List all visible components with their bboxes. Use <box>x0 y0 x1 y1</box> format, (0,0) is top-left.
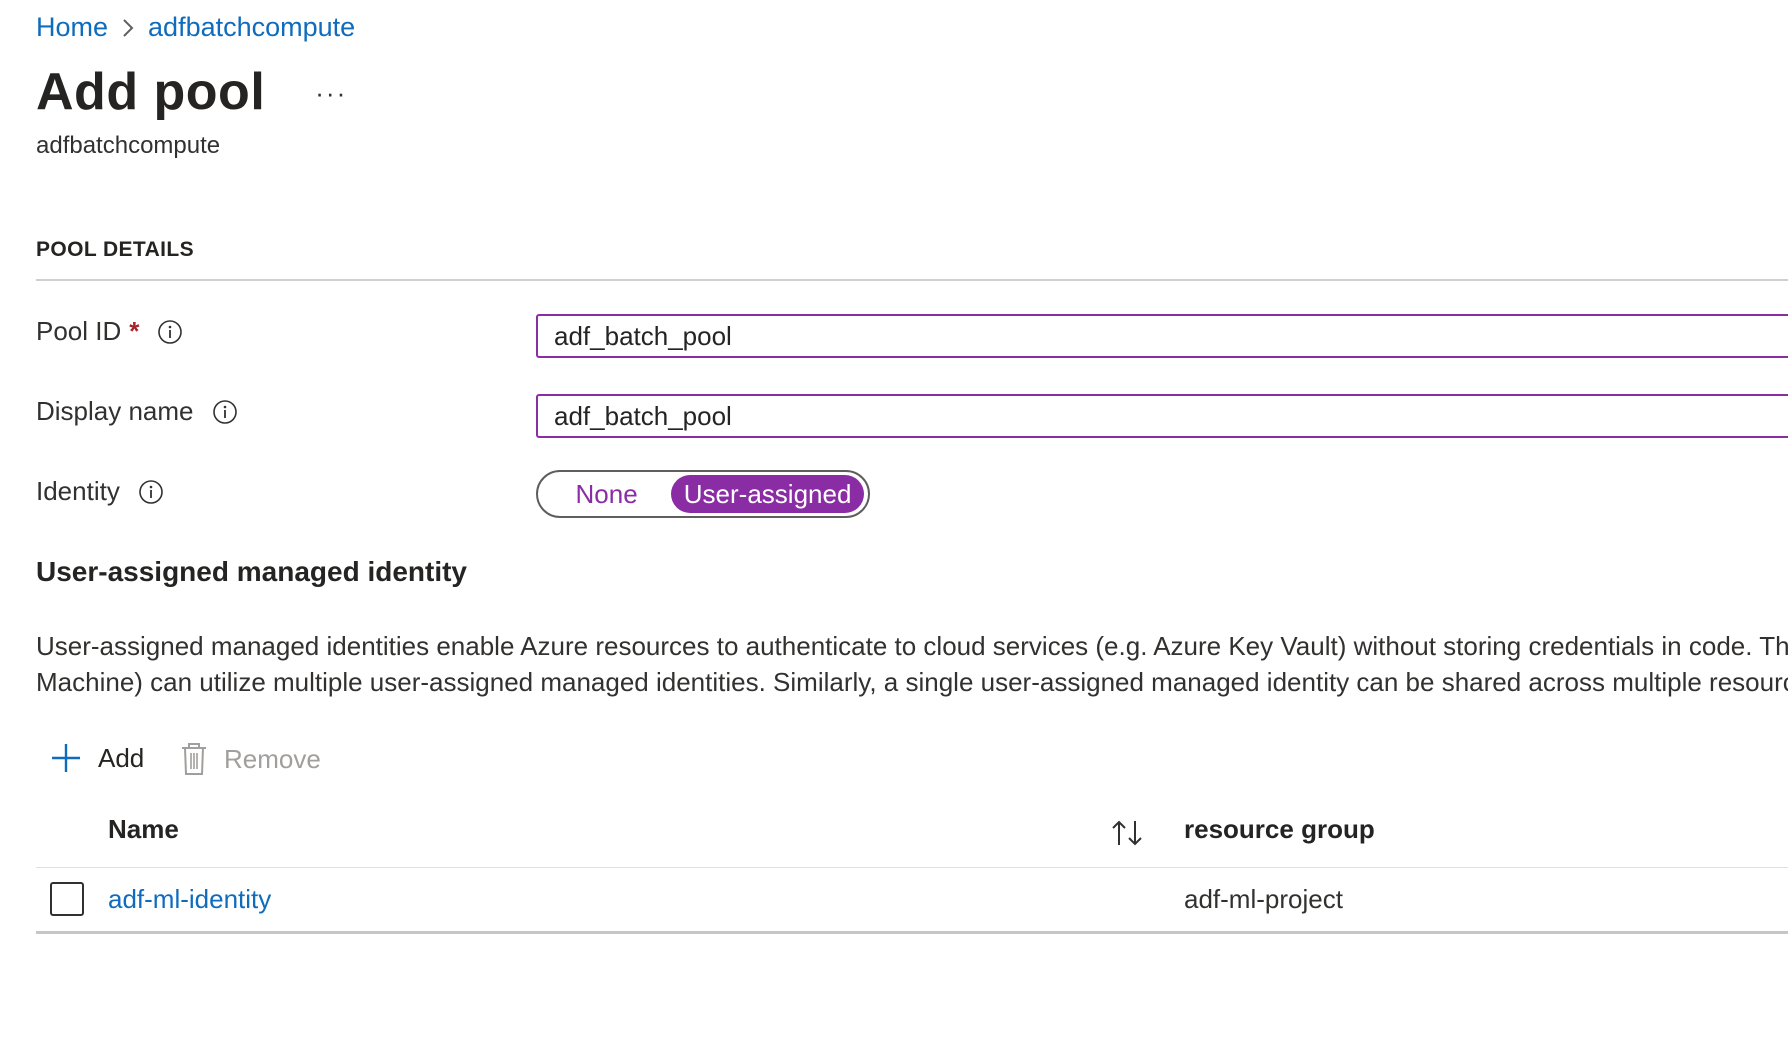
row-checkbox[interactable] <box>50 882 84 916</box>
description-line: Machine) can utilize multiple user-assig… <box>36 667 1788 697</box>
pool-id-label: Pool ID * <box>36 316 183 347</box>
required-asterisk: * <box>129 316 140 346</box>
page-title: Add pool <box>36 63 266 121</box>
info-icon[interactable] <box>212 399 238 425</box>
table-bottom-border <box>36 931 1788 934</box>
identity-label-text: Identity <box>36 476 120 506</box>
more-options-icon[interactable]: ··· <box>315 78 347 109</box>
chevron-right-icon <box>108 13 148 43</box>
breadcrumb-home-link[interactable]: Home <box>36 12 108 43</box>
identity-option-none[interactable]: None <box>542 475 671 513</box>
sort-icon[interactable] <box>1110 818 1146 853</box>
managed-identity-description: User-assigned managed identities enable … <box>36 628 1788 700</box>
add-identity-button[interactable]: Add <box>50 742 144 774</box>
pool-id-label-text: Pool ID <box>36 316 122 346</box>
title-row: Add pool ··· <box>36 62 347 122</box>
identity-name-link[interactable]: adf-ml-identity <box>108 884 271 915</box>
section-header-pool-details: POOL DETAILS <box>36 238 195 261</box>
managed-identity-heading: User-assigned managed identity <box>36 556 468 587</box>
plus-icon <box>52 744 80 772</box>
column-header-resource-group[interactable]: resource group <box>1184 814 1375 845</box>
table-header-divider <box>36 867 1788 868</box>
column-header-name[interactable]: Name <box>108 814 179 845</box>
display-name-label: Display name <box>36 396 238 427</box>
info-icon[interactable] <box>157 319 183 345</box>
identity-option-user-assigned[interactable]: User-assigned <box>671 475 864 513</box>
remove-identity-button[interactable]: Remove <box>180 742 321 776</box>
page-subtitle: adfbatchcompute <box>36 132 221 159</box>
remove-button-label: Remove <box>224 743 321 774</box>
display-name-label-text: Display name <box>36 396 194 426</box>
add-pool-page: Home adfbatchcompute Add pool ··· adfbat… <box>0 0 1788 1048</box>
identity-toggle: None User-assigned <box>536 470 870 518</box>
identity-label: Identity <box>36 476 164 507</box>
description-line: User-assigned managed identities enable … <box>36 631 1788 661</box>
resource-group-cell: adf-ml-project <box>1184 884 1343 914</box>
pool-id-input[interactable] <box>536 314 1788 358</box>
section-divider <box>36 279 1788 281</box>
info-icon[interactable] <box>138 479 164 505</box>
display-name-input[interactable] <box>536 394 1788 438</box>
breadcrumb: Home adfbatchcompute <box>36 12 355 43</box>
add-button-label: Add <box>98 742 145 773</box>
breadcrumb-current-link[interactable]: adfbatchcompute <box>148 12 355 43</box>
trash-icon <box>182 743 206 775</box>
